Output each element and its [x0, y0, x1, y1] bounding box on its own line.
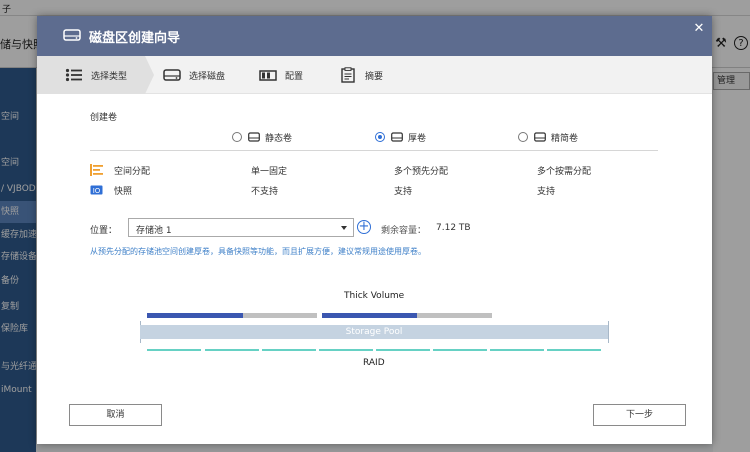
step-label: 配置 [285, 71, 304, 82]
volume-free-segment [417, 313, 492, 318]
feature-static-value: 不支持 [251, 187, 279, 197]
radio-static-volume[interactable]: 静态卷 [232, 130, 292, 144]
radio-button[interactable] [518, 132, 528, 142]
raid-segment [376, 349, 430, 351]
raid-label: RAID [363, 358, 385, 368]
disk-icon [248, 132, 260, 142]
storage-pool-bar: Storage Pool [140, 325, 608, 339]
raid-segment [547, 349, 601, 351]
next-button[interactable]: 下一步 [593, 404, 686, 426]
snapshot-icon: IO [90, 184, 104, 199]
feature-name: 快照 [114, 187, 133, 197]
radio-label: 精简卷 [551, 133, 579, 144]
active-step-arrow [145, 56, 154, 94]
config-icon [259, 68, 277, 82]
step-select-type[interactable]: 选择类型 [65, 56, 127, 94]
volume-used-segment [322, 313, 417, 318]
disk-icon [63, 28, 81, 45]
cancel-button[interactable]: 取消 [69, 404, 162, 426]
raid-segment [147, 349, 201, 351]
svg-text:IO: IO [93, 187, 101, 195]
raid-segment [262, 349, 316, 351]
step-label: 选择类型 [91, 71, 128, 82]
pool-edge [608, 321, 609, 343]
feature-row-snapshot: IO 快照 不支持 支持 支持 [90, 183, 670, 197]
divider [90, 150, 658, 151]
feature-static-value: 单一固定 [251, 167, 288, 177]
wizard-steps: 选择类型 选择磁盘 配置 摘要 [37, 56, 712, 94]
disk-icon [391, 132, 403, 142]
thick-volume-hint: 从预先分配的存储池空间创建厚卷，具备快照等功能，而且扩展方便，建议常规用途使用厚… [90, 247, 426, 256]
step-label: 摘要 [365, 71, 384, 82]
feature-thin-value: 多个按需分配 [537, 167, 592, 177]
radio-label: 静态卷 [265, 133, 293, 144]
feature-name: 空间分配 [114, 167, 151, 177]
thick-volume-label: Thick Volume [344, 291, 405, 301]
radio-button-selected[interactable] [375, 132, 385, 142]
step-summary[interactable]: 摘要 [339, 56, 383, 94]
raid-segment [433, 349, 487, 351]
close-icon[interactable]: ✕ [692, 22, 706, 36]
raid-segment [205, 349, 259, 351]
disk-icon [534, 132, 546, 142]
step-select-disk[interactable]: 选择磁盘 [163, 56, 225, 94]
volume-wizard-dialog: 磁盘区创建向导 ✕ 选择类型 选择磁盘 配置 摘要 创建卷 静态卷 厚卷 精简卷… [37, 16, 712, 444]
clipboard-icon [339, 67, 357, 83]
remaining-capacity-label: 剩余容量： [381, 226, 427, 236]
feature-thick-value: 支持 [394, 187, 413, 197]
add-pool-icon[interactable]: + [357, 220, 371, 234]
dialog-title-bar: 磁盘区创建向导 ✕ [37, 16, 712, 56]
radio-thick-volume[interactable]: 厚卷 [375, 130, 426, 144]
disk-icon [163, 68, 181, 82]
location-label: 位置： [90, 226, 118, 236]
volume-used-segment [147, 313, 243, 318]
dialog-title: 磁盘区创建向导 [89, 31, 181, 46]
allocation-icon [90, 164, 104, 179]
raid-segment [319, 349, 373, 351]
radio-thin-volume[interactable]: 精简卷 [518, 130, 578, 144]
volume-free-segment [243, 313, 317, 318]
radio-label: 厚卷 [408, 133, 427, 144]
selected-pool: 存储池 1 [136, 226, 172, 236]
raid-segment [490, 349, 544, 351]
radio-button[interactable] [232, 132, 242, 142]
feature-thin-value: 支持 [537, 187, 556, 197]
step-label: 选择磁盘 [189, 71, 226, 82]
feature-row-allocation: 空间分配 单一固定 多个预先分配 多个按需分配 [90, 163, 670, 177]
step-configure[interactable]: 配置 [259, 56, 303, 94]
chevron-down-icon [341, 226, 347, 230]
feature-thick-value: 多个预先分配 [394, 167, 449, 177]
remaining-capacity-value: 7.12 TB [436, 223, 471, 233]
list-icon [65, 68, 83, 82]
storage-pool-select[interactable]: 存储池 1 [128, 218, 354, 237]
section-title: 创建卷 [90, 113, 118, 123]
